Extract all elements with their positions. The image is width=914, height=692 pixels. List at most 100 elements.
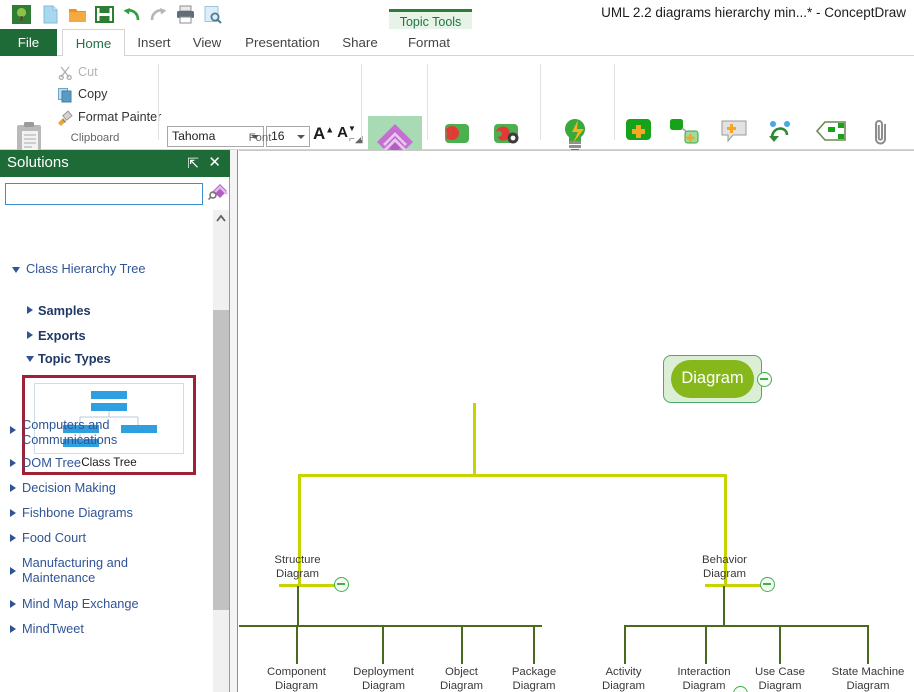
tree-item-samples[interactable]: Samples [38, 303, 91, 318]
chevron-right-icon-exports[interactable] [27, 331, 33, 339]
clipboard-group-label: Clipboard [70, 132, 120, 144]
attach-file-icon[interactable] [872, 118, 892, 153]
scrollbar-thumb[interactable] [213, 310, 229, 610]
cut-label[interactable]: Cut [78, 65, 98, 79]
chevron-down-icon-topic-types[interactable] [26, 356, 34, 362]
collapse-button-behavior-diagram[interactable] [760, 577, 775, 592]
tree-item-exports[interactable]: Exports [38, 328, 86, 343]
chevron-right-icon-mindtweet[interactable] [10, 625, 16, 633]
tree-item-mind-map-exchange[interactable]: Mind Map Exchange [22, 596, 139, 611]
font-family-value: Tahoma [172, 129, 216, 143]
node-use-case-diagram[interactable]: Use Case Diagram [747, 666, 813, 692]
connector-level1-bus [298, 474, 726, 477]
root-node-label: Diagram [681, 369, 744, 387]
tree-item-manufacturing-and-maintenance[interactable]: Manufacturing and Maintenance [22, 555, 128, 585]
print-preview-icon[interactable] [203, 5, 222, 24]
node-deployment-diagram[interactable]: Deployment Diagram [348, 666, 419, 692]
chevron-right-icon-mind-map-exchange[interactable] [10, 600, 16, 608]
connector-behavior-down [723, 586, 726, 626]
font-group-label: Font [248, 132, 272, 144]
chevron-right-icon-decision-making[interactable] [10, 484, 16, 492]
connector-interaction [705, 625, 707, 664]
format-painter-label[interactable]: Format Painter [78, 110, 161, 124]
node-component-diagram[interactable]: Component Diagram [260, 666, 333, 692]
callout-icon[interactable] [720, 118, 748, 151]
chevron-right-icon-dom-tree[interactable] [10, 459, 16, 467]
tree-item-computers-and-communications[interactable]: Computers and Communications [22, 417, 117, 447]
tree-item-mindtweet[interactable]: MindTweet [22, 621, 84, 636]
search-input[interactable] [5, 183, 203, 205]
tree-item-decision-making[interactable]: Decision Making [22, 480, 116, 495]
panel-header: Solutions ⇱ ✕ [0, 150, 230, 177]
scroll-up-arrow-icon[interactable] [213, 210, 229, 227]
node-object-diagram[interactable]: Object Diagram [429, 666, 494, 692]
solutions-panel: Solutions ⇱ ✕ Class Hierarchy Tree Sampl… [0, 150, 230, 692]
connector-deployment [382, 625, 384, 664]
node-structure-diagram[interactable]: Structure Diagram [260, 554, 335, 581]
connector-use-case [779, 625, 781, 664]
tree-item-fishbone-diagrams[interactable]: Fishbone Diagrams [22, 505, 133, 520]
redo-icon[interactable] [149, 5, 168, 24]
diagram-canvas[interactable]: Diagram Structure Diagram Behavior Diagram… [239, 150, 914, 692]
tab-view[interactable]: View [185, 29, 229, 56]
collapse-button-structure-diagram[interactable] [334, 577, 349, 592]
connector-state-machine [867, 625, 869, 664]
connector-object [461, 625, 463, 664]
node-package-diagram[interactable]: Package Diagram [501, 666, 567, 692]
collapse-button-root[interactable] [757, 372, 772, 387]
ribbon-tabstrip: File Home Insert View Presentation Share… [0, 29, 914, 56]
node-activity-diagram[interactable]: Activity Diagram [591, 666, 656, 692]
tree-item-class-hierarchy-tree[interactable]: Class Hierarchy Tree [26, 261, 145, 276]
connector-package [533, 625, 535, 664]
connector-structure-down [297, 586, 300, 626]
tab-presentation[interactable]: Presentation [236, 29, 329, 56]
open-folder-icon[interactable] [68, 5, 87, 24]
solutions-tree: Class Hierarchy Tree Samples Exports Top… [0, 210, 213, 692]
panel-splitter[interactable] [230, 150, 238, 692]
ribbon-body: Paste Cut Copy Format Painter Clipboard … [0, 56, 914, 196]
close-icon[interactable]: ✕ [208, 153, 221, 171]
tree-item-topic-types[interactable]: Topic Types [38, 351, 111, 366]
connector-root-vertical [473, 403, 476, 475]
grow-font-button[interactable]: A▲ [313, 124, 334, 144]
node-behavior-diagram[interactable]: Behavior Diagram [687, 554, 762, 581]
undo-icon[interactable] [122, 5, 141, 24]
panel-title: Solutions [7, 154, 69, 171]
node-interaction-diagram[interactable]: Interaction Diagram [669, 666, 739, 692]
tree-item-food-court[interactable]: Food Court [22, 530, 86, 545]
topic-icon[interactable] [625, 118, 653, 151]
collapse-button-interaction-diagram[interactable] [733, 686, 748, 692]
grow-font-label: A [313, 124, 326, 143]
chevron-down-icon-class-hierarchy-tree[interactable] [12, 267, 20, 273]
cut-icon [58, 65, 73, 85]
panel-scrollbar[interactable] [213, 210, 229, 692]
map-minder-icon[interactable] [437, 122, 471, 151]
new-document-icon[interactable] [41, 5, 60, 24]
node-state-machine-diagram[interactable]: State Machine Diagram [827, 666, 909, 692]
connector-structure-bus [239, 625, 542, 627]
solutions-search-icon[interactable] [207, 183, 228, 203]
subtopic-icon[interactable] [670, 118, 700, 151]
connector-activity [624, 625, 626, 664]
tab-share[interactable]: Share [335, 29, 385, 56]
chevron-right-icon-food-court[interactable] [10, 534, 16, 542]
pin-icon[interactable]: ⇱ [187, 155, 199, 172]
connector-component [296, 625, 298, 664]
indicators-icon[interactable] [488, 122, 522, 151]
tree-item-dom-tree[interactable]: DOM Tree [22, 455, 81, 470]
copy-label[interactable]: Copy [78, 87, 107, 101]
app-logo-icon[interactable] [12, 5, 31, 24]
tab-insert[interactable]: Insert [128, 29, 180, 56]
chevron-right-icon-manufacturing-and-maintenance[interactable] [10, 567, 16, 575]
boundary-icon[interactable] [815, 118, 847, 151]
print-icon[interactable] [176, 5, 195, 24]
underline-structure-diagram [279, 584, 335, 587]
chevron-right-icon-fishbone-diagrams[interactable] [10, 509, 16, 517]
tab-file[interactable]: File [0, 29, 57, 56]
tab-home[interactable]: Home [62, 29, 125, 56]
tab-format[interactable]: Format [398, 29, 460, 56]
save-icon[interactable] [95, 5, 114, 24]
relation-icon[interactable] [767, 118, 795, 151]
chevron-right-icon-computers-and-communications[interactable] [10, 426, 16, 434]
chevron-right-icon-samples[interactable] [27, 306, 33, 314]
